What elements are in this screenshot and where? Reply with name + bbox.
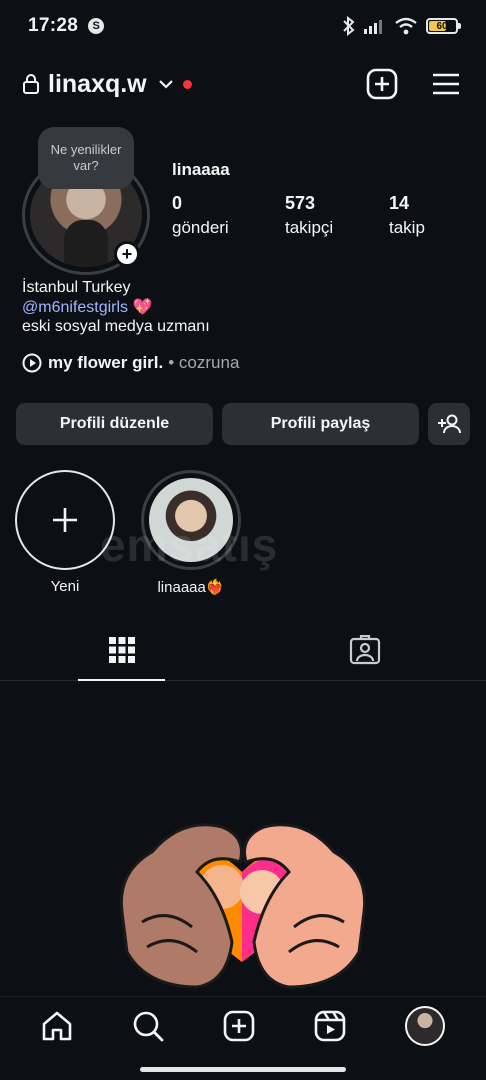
profile-music[interactable]: my flower girl. • cozruna <box>22 353 239 373</box>
profile-tabs <box>0 620 486 681</box>
stat-followers[interactable]: 573 takipçi <box>285 193 389 238</box>
home-indicator[interactable] <box>140 1067 346 1072</box>
edit-profile-button[interactable]: Profili düzenle <box>16 403 213 445</box>
tab-tagged[interactable] <box>243 620 486 680</box>
search-icon[interactable] <box>132 1010 164 1042</box>
highlight-item-label: linaaaa❤️‍🔥 <box>157 579 225 596</box>
add-person-icon <box>438 414 461 434</box>
chevron-down-icon[interactable] <box>158 79 173 89</box>
menu-icon[interactable] <box>432 72 460 96</box>
home-icon[interactable] <box>41 1010 73 1042</box>
create-post-icon[interactable] <box>366 68 398 100</box>
stat-following[interactable]: 14 takip <box>389 193 425 238</box>
battery-level: 60 <box>436 20 448 32</box>
status-bar: 17:28 S 60 <box>0 0 486 52</box>
reels-icon[interactable] <box>314 1010 346 1042</box>
battery-icon: 60 <box>426 18 461 34</box>
discover-people-button[interactable] <box>428 403 470 445</box>
account-username[interactable]: linaxq.w <box>48 70 147 99</box>
stat-followers-count: 573 <box>285 193 316 213</box>
watermark-logo: emsatış <box>100 519 279 571</box>
bottom-navigation <box>0 996 486 1054</box>
add-story-icon[interactable]: + <box>114 241 140 267</box>
stat-posts[interactable]: 0 gönderi <box>172 193 285 238</box>
bio-mention-link[interactable]: @m6nifestgirls <box>22 299 128 316</box>
plus-icon <box>53 508 77 532</box>
profile-header: linaxq.w <box>22 62 460 106</box>
lock-icon <box>23 74 39 94</box>
app-notification-icon: S <box>88 18 105 34</box>
create-icon[interactable] <box>223 1010 255 1042</box>
tagged-person-icon <box>349 635 380 665</box>
profile-tab-avatar[interactable] <box>404 1005 445 1046</box>
stat-posts-label: gönderi <box>172 218 229 237</box>
profile-bio: İstanbul Turkey @m6nifestgirls 💖 eski so… <box>22 278 210 337</box>
stat-posts-count: 0 <box>172 193 183 213</box>
bio-location: İstanbul Turkey <box>22 279 131 296</box>
tab-posts-grid[interactable] <box>0 620 243 681</box>
wifi-icon <box>395 17 417 35</box>
stat-followers-label: takipçi <box>285 218 334 237</box>
bio-description: eski sosyal medya uzmanı <box>22 318 210 335</box>
stat-following-label: takip <box>389 218 425 237</box>
share-profile-button[interactable]: Profili paylaş <box>222 403 419 445</box>
signal-icon <box>364 20 382 34</box>
bluetooth-icon <box>343 16 355 36</box>
profile-stats: 0 gönderi 573 takipçi 14 takip <box>172 193 425 238</box>
heart-hands-illustration <box>119 823 367 989</box>
profile-action-buttons: Profili düzenle Profili paylaş <box>16 403 470 445</box>
display-name: linaaaa <box>172 160 230 179</box>
stat-following-count: 14 <box>389 193 410 213</box>
status-time: 17:28 <box>28 15 79 36</box>
sparkling-heart-icon: 💖 <box>132 298 153 316</box>
play-icon <box>22 353 42 373</box>
music-song: my flower girl. <box>48 353 164 372</box>
highlight-new-label: Yeni <box>50 578 80 595</box>
music-artist: • cozruna <box>168 353 240 372</box>
note-bubble[interactable]: Ne yenilikler var? <box>38 127 134 189</box>
notification-dot <box>182 79 192 89</box>
grid-icon <box>108 637 135 663</box>
